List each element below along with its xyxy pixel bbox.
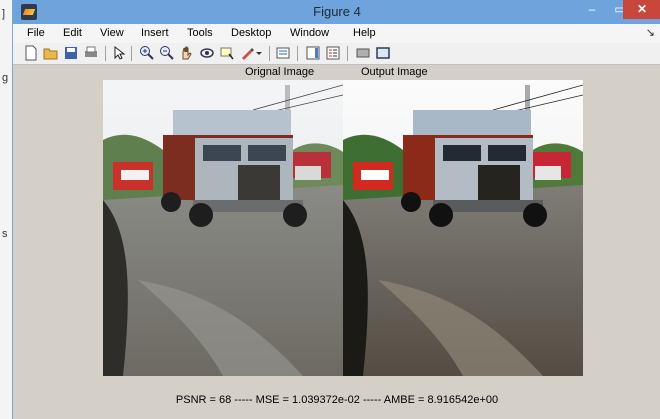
original-image bbox=[103, 80, 343, 376]
menu-file[interactable]: File bbox=[27, 27, 45, 39]
background-text: g bbox=[2, 72, 9, 84]
hide-plot-tools-icon[interactable] bbox=[355, 45, 371, 61]
brush-dropdown-icon[interactable] bbox=[255, 45, 263, 61]
menu-tools[interactable]: Tools bbox=[187, 27, 213, 39]
rotate-icon[interactable] bbox=[199, 45, 215, 61]
toolbar-separator bbox=[131, 46, 132, 61]
close-button[interactable]: ✕ bbox=[623, 0, 660, 19]
open-file-icon[interactable] bbox=[43, 45, 59, 61]
window-title: Figure 4 bbox=[313, 4, 361, 19]
menu-help[interactable]: Help bbox=[353, 27, 376, 39]
menu-edit[interactable]: Edit bbox=[63, 27, 82, 39]
pointer-icon[interactable] bbox=[111, 45, 127, 61]
menu-view[interactable]: View bbox=[100, 27, 124, 39]
menu-desktop[interactable]: Desktop bbox=[231, 27, 271, 39]
toolbar-separator bbox=[297, 46, 298, 61]
print-icon[interactable] bbox=[83, 45, 99, 61]
metrics-text: PSNR = 68 ----- MSE = 1.039372e-02 -----… bbox=[175, 394, 499, 406]
link-icon[interactable] bbox=[275, 45, 291, 61]
show-plot-tools-icon[interactable] bbox=[375, 45, 391, 61]
output-image-title: Output Image bbox=[361, 66, 428, 78]
colorbar-icon[interactable] bbox=[305, 45, 321, 61]
new-figure-icon[interactable] bbox=[23, 45, 39, 61]
menu-window[interactable]: Window bbox=[290, 27, 329, 39]
figure-window: Figure 4 – ▭ ✕ File Edit View Insert Too… bbox=[12, 0, 660, 419]
legend-icon[interactable] bbox=[325, 45, 341, 61]
zoom-out-icon[interactable] bbox=[159, 45, 175, 61]
title-bar[interactable]: Figure 4 – ▭ ✕ bbox=[13, 0, 660, 24]
menu-bar: File Edit View Insert Tools Desktop Wind… bbox=[13, 24, 660, 43]
brush-icon[interactable] bbox=[239, 45, 255, 61]
data-cursor-icon[interactable] bbox=[219, 45, 235, 61]
menu-insert[interactable]: Insert bbox=[141, 27, 169, 39]
pan-icon[interactable] bbox=[179, 45, 195, 61]
toolbar-separator bbox=[105, 46, 106, 61]
minimize-button[interactable]: – bbox=[578, 0, 606, 19]
toolbar-separator bbox=[269, 46, 270, 61]
background-desktop-strip: ] g s bbox=[0, 0, 12, 419]
background-text: ] bbox=[2, 8, 6, 20]
toolbar-separator bbox=[347, 46, 348, 61]
save-icon[interactable] bbox=[63, 45, 79, 61]
background-text: s bbox=[2, 228, 8, 240]
zoom-in-icon[interactable] bbox=[139, 45, 155, 61]
menu-overflow-icon[interactable]: ↘ bbox=[646, 26, 655, 39]
output-image bbox=[343, 80, 583, 376]
figure-toolbar bbox=[13, 43, 660, 65]
original-image-title: Orignal Image bbox=[245, 66, 315, 78]
